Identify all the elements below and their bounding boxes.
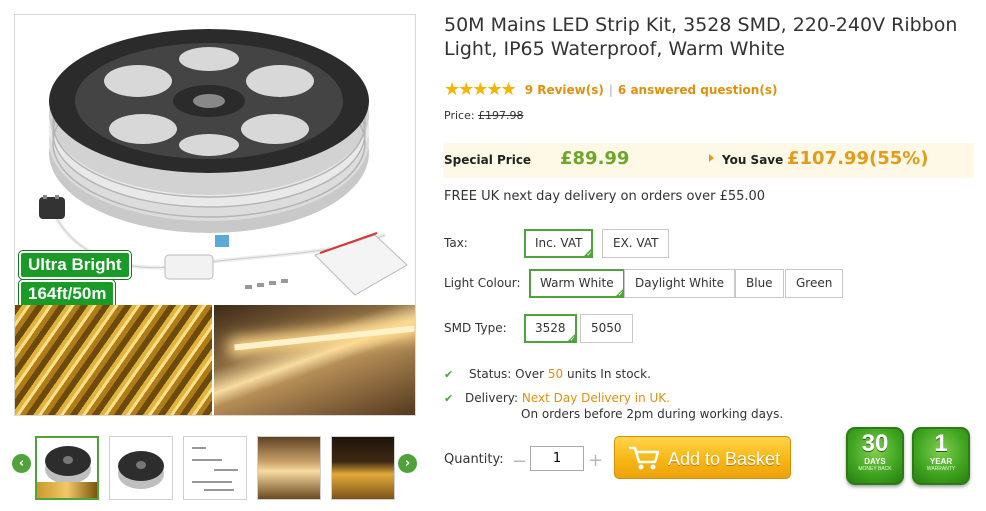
- warranty-badge: 1 YEAR WARRANTY: [912, 427, 970, 485]
- special-price-bar: Special Price £89.99 You Save £107.99(55…: [443, 143, 974, 178]
- doc-line: [204, 489, 234, 491]
- led-reel-photo: Ultra Bright 164ft/50m: [15, 15, 415, 308]
- guarantee-unit: DAYS: [864, 457, 886, 466]
- arrow-right-icon: [709, 154, 714, 162]
- guarantee-caption: WARRANTY: [926, 466, 956, 472]
- price-label: Price:: [444, 109, 475, 122]
- divider: |: [608, 82, 613, 97]
- star-rating-icon[interactable]: ★★★★★: [444, 79, 517, 100]
- you-save-value: £107.99(55%): [787, 148, 929, 169]
- status-prefix: Over: [515, 367, 545, 381]
- light-colour-label: Light Colour:: [444, 276, 521, 290]
- guarantee-number: 30: [861, 430, 889, 457]
- option-ex-vat[interactable]: EX. VAT: [602, 229, 670, 258]
- guarantee-number: 1: [934, 430, 948, 457]
- add-to-basket-label: Add to Basket: [668, 449, 781, 469]
- special-price-label: Special Price: [444, 153, 532, 167]
- guarantee-unit: YEAR: [929, 457, 953, 466]
- money-back-guarantee-badge: 30 DAYS MONEY BACK: [846, 427, 904, 485]
- reel-thumbnail-image: [118, 451, 164, 481]
- delivery-status-row: ✔ Delivery: Next Day Delivery in UK.: [444, 391, 670, 405]
- thumbnail-2[interactable]: [109, 436, 173, 500]
- special-price-value: £89.99: [560, 148, 630, 169]
- option-3528[interactable]: 3528: [524, 314, 577, 344]
- guarantee-caption: MONEY BACK: [858, 466, 892, 472]
- delivery-label: Delivery:: [465, 391, 519, 405]
- reel-thumbnail-image: [45, 446, 91, 476]
- cart-icon: [629, 446, 660, 470]
- room-thumbnail-image: [258, 437, 320, 499]
- you-save-label: You Save: [722, 153, 784, 167]
- rating-row: ★★★★★ 9 Review(s) | 6 answered question(…: [444, 79, 777, 100]
- option-green[interactable]: Green: [785, 269, 844, 298]
- thumbnail-prev-arrow[interactable]: ‹: [12, 454, 31, 473]
- quantity-increase-button[interactable]: +: [588, 450, 603, 471]
- thumbnail-5[interactable]: [331, 436, 395, 500]
- regular-price: Price: £197.98: [444, 109, 524, 122]
- ceiling-lighting-photo: [214, 305, 415, 415]
- quantity-input[interactable]: [530, 446, 584, 471]
- stock-status-row: ✔ Status: Over 50 units In stock.: [444, 367, 651, 381]
- check-icon: ✔: [444, 392, 454, 405]
- doc-line: [214, 469, 238, 471]
- product-title: 50M Mains LED Strip Kit, 3528 SMD, 220-2…: [444, 14, 958, 60]
- status-label: Status:: [469, 367, 512, 381]
- led-strip-closeup-photo: [15, 305, 212, 415]
- add-to-basket-button[interactable]: Add to Basket: [614, 436, 791, 479]
- tax-label: Tax:: [444, 236, 468, 250]
- smd-type-label: SMD Type:: [444, 321, 507, 335]
- option-inc-vat[interactable]: Inc. VAT: [524, 229, 594, 259]
- stock-count: 50: [547, 367, 564, 381]
- questions-link[interactable]: 6 answered question(s): [618, 83, 778, 97]
- doc-line: [192, 447, 206, 449]
- doc-line: [192, 481, 232, 483]
- doc-line: [192, 459, 222, 461]
- delivery-subtext: On orders before 2pm during working days…: [521, 407, 784, 421]
- main-product-image[interactable]: Ultra Bright 164ft/50m: [14, 14, 416, 416]
- thumbnail-3[interactable]: [183, 436, 247, 500]
- free-delivery-note: FREE UK next day delivery on orders over…: [444, 189, 766, 204]
- option-5050[interactable]: 5050: [580, 314, 633, 343]
- option-daylight-white[interactable]: Daylight White: [624, 269, 735, 298]
- option-blue[interactable]: Blue: [735, 269, 784, 298]
- status-suffix: units In stock.: [566, 367, 651, 381]
- check-icon: ✔: [444, 368, 454, 381]
- thumbnail-next-arrow[interactable]: ›: [398, 454, 417, 473]
- option-warm-white[interactable]: Warm White: [529, 269, 625, 299]
- ultra-bright-badge: Ultra Bright: [19, 251, 131, 279]
- old-price: £197.98: [478, 109, 524, 122]
- quantity-label: Quantity:: [444, 452, 504, 467]
- length-badge: 164ft/50m: [19, 280, 116, 308]
- room-thumbnail-image: [332, 437, 394, 499]
- quantity-decrease-button[interactable]: −: [512, 451, 527, 472]
- thumbnail-1[interactable]: [35, 436, 99, 500]
- strip-thumbnail-image: [37, 482, 97, 498]
- delivery-value: Next Day Delivery in UK.: [521, 391, 670, 405]
- thumbnail-4[interactable]: [257, 436, 321, 500]
- reviews-link[interactable]: 9 Review(s): [525, 83, 604, 97]
